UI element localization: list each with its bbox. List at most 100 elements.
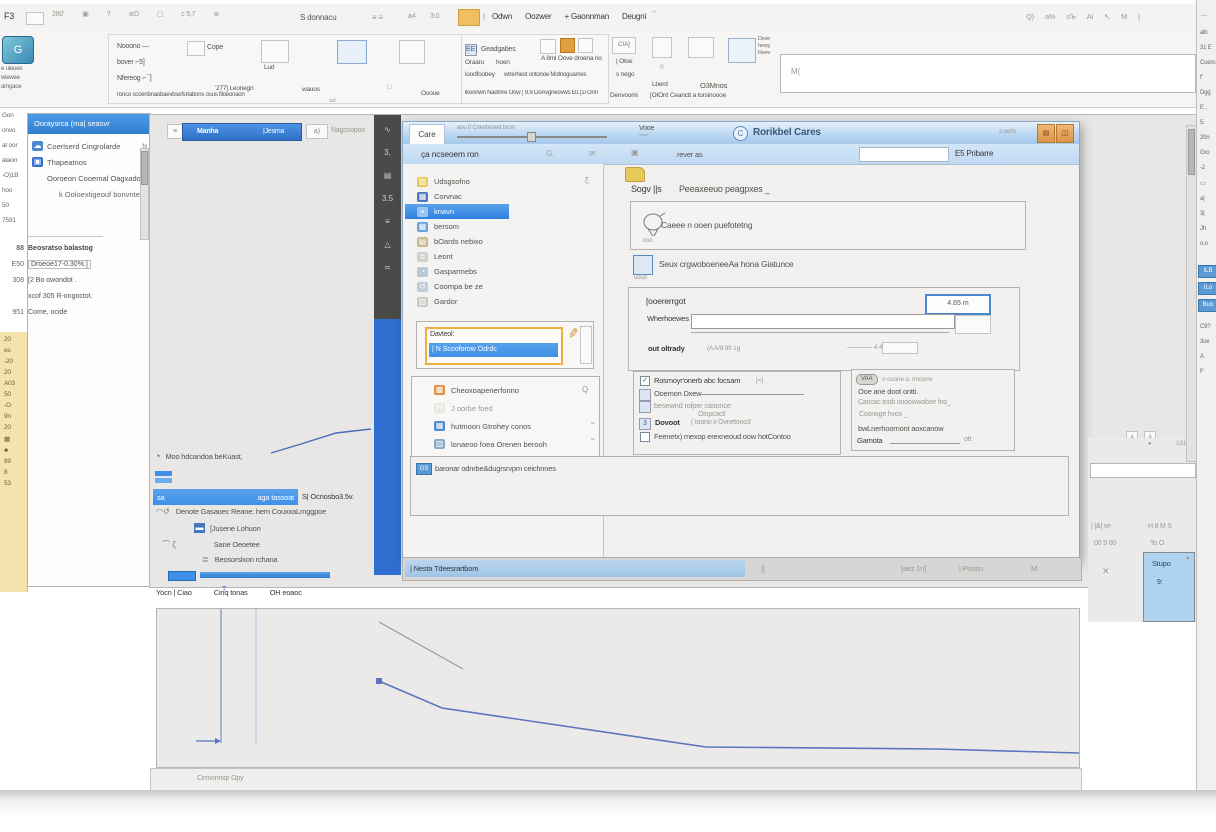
cia-icon[interactable]: CIA] [612, 37, 636, 54]
dialog-sidebar-item[interactable]: ↺ Coompa be ze [405, 279, 601, 294]
lberd-label[interactable]: Lberd [652, 81, 668, 88]
right-edge-token[interactable]: Dgg [1200, 90, 1216, 96]
tree-panel-header[interactable]: Ooraysrca (ma| seasvr [28, 114, 150, 134]
right-scrollbar-thumb[interactable] [1188, 129, 1195, 175]
ratio-icon[interactable]: 3:0 [430, 13, 439, 20]
steps-panel[interactable]: Stupo 9: ▲ [1143, 552, 1195, 622]
vaa-pill[interactable]: VAA [856, 374, 878, 385]
mini-stack-label[interactable]: Reev [758, 50, 770, 56]
cluster-icons-row2[interactable]: 00 9 00 [1094, 540, 1116, 547]
row-number-token[interactable]: 20 [4, 424, 27, 431]
tree-scrollbar[interactable] [140, 148, 149, 240]
dialog-sidebar-item[interactable]: ▪ knavn [405, 204, 509, 219]
quickbar-icon[interactable]: ≣D [128, 10, 139, 18]
mini-stack-label[interactable]: hewy [758, 43, 770, 49]
scroll-dash-1[interactable]: = [591, 421, 595, 427]
unit-mini-box[interactable] [955, 315, 991, 334]
cluster-icons-row1[interactable]: | |&| ve [1091, 523, 1111, 530]
slider-thumb[interactable] [527, 132, 536, 142]
strip-tool-icon[interactable]: ▤ [374, 169, 401, 182]
check-1-chip[interactable]: [=] [756, 377, 763, 384]
group1-row2[interactable]: bover ⌐5] [117, 59, 145, 66]
ribbon-tab[interactable]: Deugni [622, 12, 646, 21]
checkbox-5[interactable] [640, 432, 650, 442]
value-button[interactable]: 4.65 m [925, 294, 991, 315]
row-number-token[interactable]: 9n [4, 413, 27, 420]
shape-icon[interactable] [187, 41, 205, 56]
category-selected-row[interactable]: | N Scooforow Odrdc [429, 343, 558, 357]
group1-row3[interactable]: Nfereog ⌐¯] [117, 75, 152, 82]
dialog-minimize-button[interactable]: ▤ [1037, 124, 1055, 143]
clock-row[interactable]: ◔ Moo hdcandoa beKuast, [155, 451, 243, 461]
dialog-option-item[interactable]: H J oorbe foed [412, 399, 599, 417]
right-edge-token[interactable]: 3| [1200, 211, 1216, 217]
right-edge-token[interactable]: f' [1200, 75, 1216, 81]
right-edge-chip[interactable]: ILo [1198, 282, 1216, 295]
strip-tool-icon[interactable]: ≡ [374, 215, 401, 228]
quickbar-icon[interactable]: ? [107, 11, 111, 18]
tree-row[interactable]: 308 [2 Bo owondot . [0, 272, 148, 288]
strip-tool-icon[interactable]: 3, [374, 146, 401, 159]
grid-tool-icon[interactable]: ▣ [631, 148, 638, 157]
window-menu-icon[interactable]: ≡ [167, 124, 183, 139]
right-edge-token[interactable]: o,n [1200, 241, 1216, 247]
window-split-icon[interactable] [578, 38, 593, 53]
canvas-row-2[interactable]: ◠↺ Denote Gasaoec Reane: hem CouxxaLrngg… [156, 507, 326, 516]
grid-big-icon[interactable] [261, 40, 289, 63]
quickbar-icon[interactable]: ≣ [213, 10, 219, 18]
row-number-token[interactable]: ♣ [4, 447, 27, 454]
list-big-icon[interactable] [399, 40, 425, 64]
right-edge-token[interactable]: Cuero [1200, 60, 1216, 66]
page-icon[interactable] [652, 37, 672, 58]
dialog-sidebar-item[interactable]: ▦ Corvnac [405, 189, 601, 204]
right-edge-token-2[interactable]: A [1200, 354, 1216, 360]
doc-button[interactable]: a) [306, 124, 328, 139]
dialog-sidebar-item[interactable]: ≣ Leont [405, 249, 601, 264]
dialog-toolbar-label[interactable]: ça ncseoem ron [421, 149, 479, 159]
alt-icon[interactable]: a4 [408, 13, 415, 20]
strip-tool-icon[interactable]: ≂ [374, 261, 401, 274]
strip-tool-icon[interactable]: △ [374, 238, 401, 251]
bottom-tab[interactable]: Yocn | Ciao [156, 588, 192, 597]
selected-canvas-row[interactable]: sa aga tassoat [153, 489, 298, 505]
right-edge-token[interactable]: Gro [1200, 150, 1216, 156]
group1-row1[interactable]: Nooono — [117, 43, 149, 50]
tree-item[interactable]: k Ooloextigeouf bonvnte:. [28, 186, 150, 202]
align-icon[interactable]: ≡ ≡ [372, 13, 383, 22]
dialog-sidebar-item[interactable]: ▥ Gardor [405, 294, 601, 309]
loodfoobey-label[interactable]: loodfoobey [465, 71, 495, 78]
right-edge-token[interactable]: 5. [1200, 120, 1216, 126]
quickbar-icon[interactable]: 280' [52, 11, 64, 18]
app-menu-label[interactable]: F3 [4, 11, 14, 21]
row2-value[interactable]: (A A/9 99 1g [707, 345, 740, 352]
row-number-token[interactable]: 20 [4, 369, 27, 376]
dialog-tab-care[interactable]: Care [409, 124, 445, 144]
scissors-icon[interactable]: ✕ [1102, 566, 1109, 577]
home-big-icon[interactable]: G [2, 36, 34, 64]
right-edge-token-2[interactable]: C9? [1200, 324, 1216, 330]
doc-titlebar[interactable]: Manha |Jesma [182, 123, 302, 141]
square-token[interactable]: □ [387, 84, 391, 91]
dialog-option-item[interactable]: ▦ hutmoon Gtrohey conos [412, 417, 599, 435]
dialog-sidebar-item[interactable]: ◔ Gasparmebs [405, 264, 601, 279]
cluster-icons-row2-right[interactable]: To O [1150, 540, 1164, 547]
geadgabes-label[interactable]: Geadgabes [481, 46, 515, 53]
magnifier-icon[interactable]: Q [582, 385, 588, 394]
right-edge-chip[interactable]: Buo [1198, 299, 1216, 312]
right-edge-token[interactable]: a| [1200, 196, 1216, 202]
right-edge-token-2[interactable]: 3oe [1200, 339, 1216, 345]
layout-window-icon[interactable] [633, 255, 653, 275]
tree-item[interactable]: Ooroeon Cooemal Oagxadono < [28, 170, 150, 186]
ribbon-tab[interactable]: Oozwer [525, 12, 551, 21]
cluster-field[interactable] [1090, 463, 1196, 478]
steps-tick-icon[interactable]: ▲ [1185, 555, 1190, 561]
opt2-icon[interactable] [639, 389, 651, 401]
bracket-icon[interactable] [540, 39, 556, 54]
quickbar-icon[interactable]: c 5,7 [181, 11, 195, 18]
dialog-sidebar-item[interactable]: ▨ Udsgsofno [405, 174, 601, 189]
tree-row[interactable]: E50 Droeoe17-0.30%.] [0, 256, 148, 272]
wtrerheot-label[interactable]: wtrerheot ontonoe Motnoguames [504, 72, 586, 78]
row-number-token[interactable]: 8 [4, 469, 27, 476]
new-document-icon[interactable] [26, 12, 44, 25]
tree-row[interactable]: 88 Beosratso balastog [0, 240, 148, 256]
